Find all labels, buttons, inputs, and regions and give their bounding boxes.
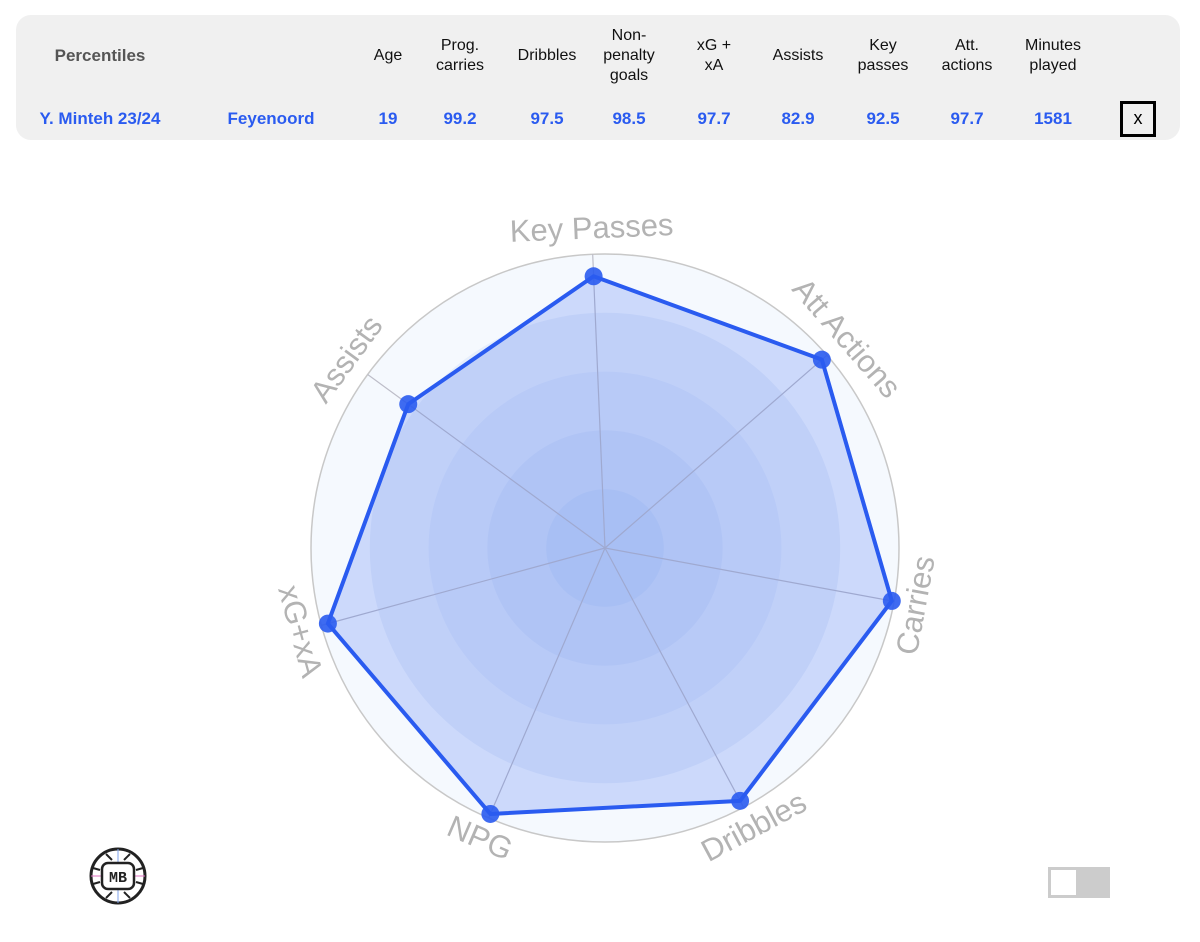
axis-label-key-passes: Key Passes — [509, 207, 674, 249]
data-point-att-actions — [812, 350, 831, 369]
toggle-switch[interactable] — [1048, 867, 1110, 898]
data-point-assists — [399, 395, 418, 414]
logo-icon: MB — [89, 847, 147, 905]
logo-text: MB — [109, 870, 127, 887]
data-point-dribbles — [731, 791, 750, 810]
toggle-knob — [1051, 870, 1076, 895]
data-point-xg-xa — [318, 614, 337, 633]
data-point-key-passes — [584, 267, 603, 286]
radar-chart: Key PassesAtt ActionsCarriesDribblesNPGx… — [271, 207, 942, 869]
